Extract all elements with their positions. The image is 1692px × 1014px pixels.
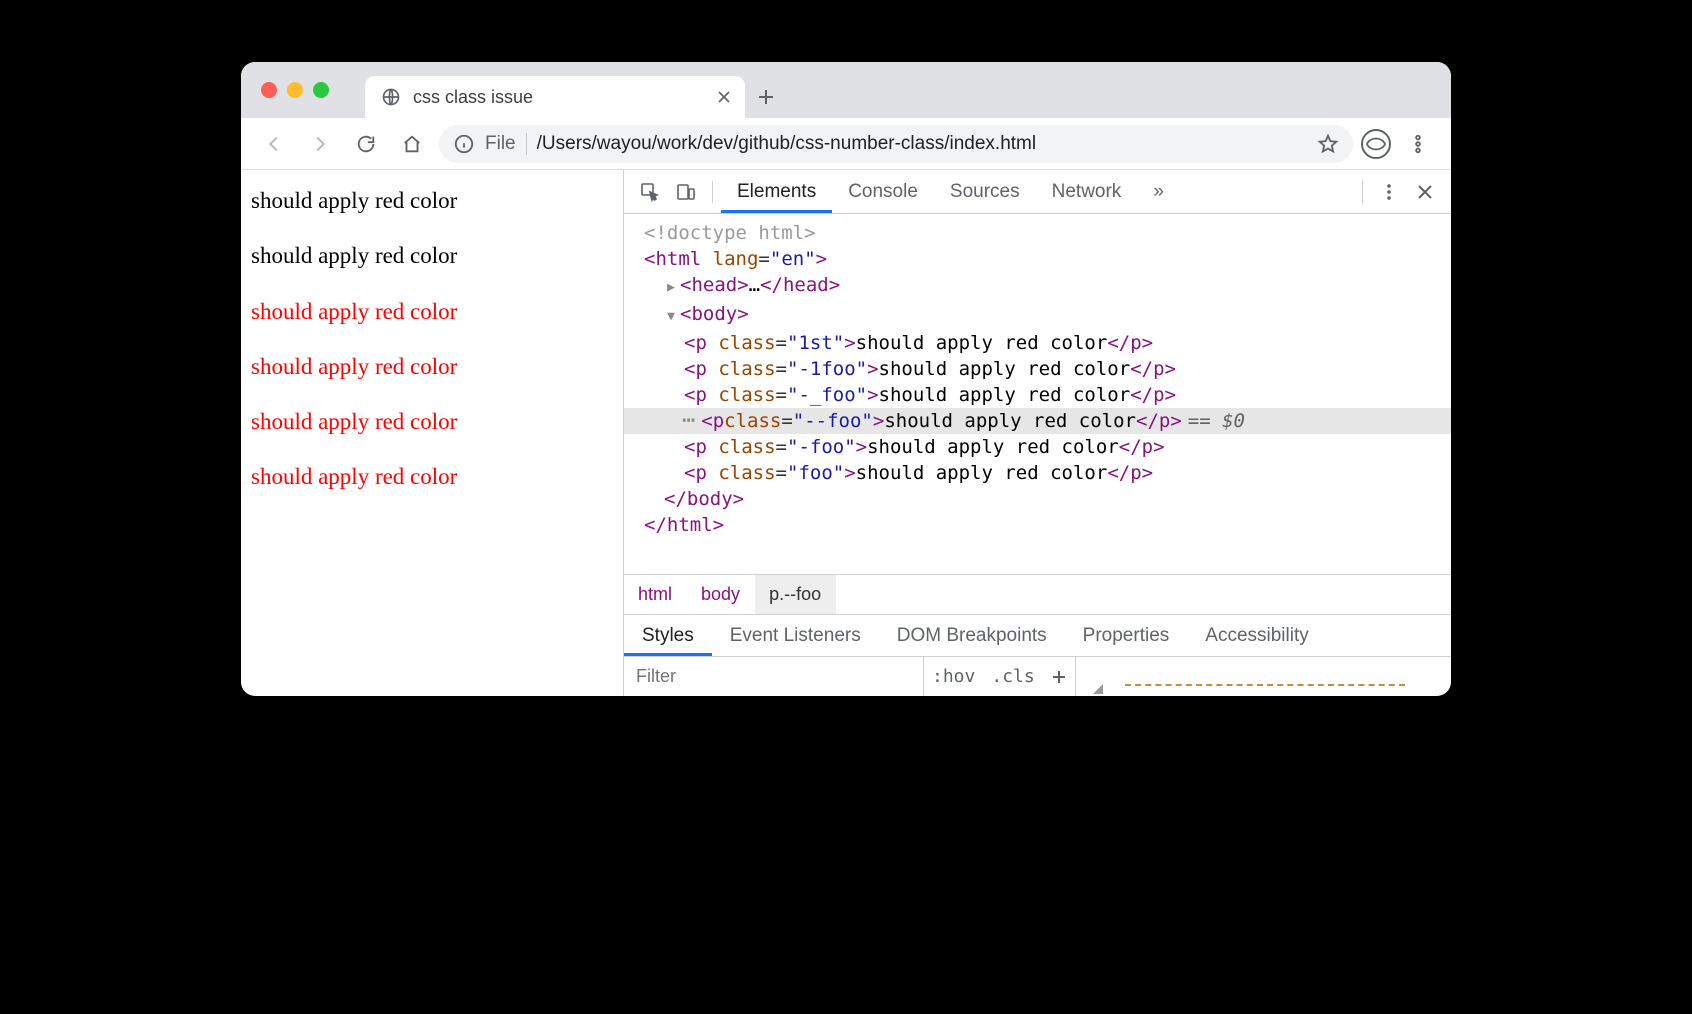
devtools-tab-elements[interactable]: Elements [721, 170, 832, 213]
subtab-event-listeners[interactable]: Event Listeners [712, 615, 879, 656]
url-scheme: File [485, 133, 516, 155]
devtools-tab-network[interactable]: Network [1036, 170, 1138, 213]
home-button[interactable] [393, 125, 431, 163]
breadcrumb-item[interactable]: html [624, 575, 687, 614]
tab-bar: css class issue [241, 62, 1451, 118]
styles-toolbar: :hov .cls [624, 656, 1451, 696]
devtools-tab-sources[interactable]: Sources [934, 170, 1036, 213]
breadcrumb-item[interactable]: p.--foo [755, 575, 836, 614]
page-paragraph: should apply red color [251, 354, 613, 379]
url-path: /Users/wayou/work/dev/github/css-number-… [537, 133, 1036, 155]
new-tab-button[interactable] [745, 76, 787, 118]
styles-filter-input[interactable] [624, 657, 924, 696]
devtools-menu-button[interactable] [1371, 174, 1407, 210]
subtab-styles[interactable]: Styles [624, 615, 712, 656]
window-minimize-button[interactable] [287, 82, 303, 98]
chevron-double-right-icon: » [1153, 181, 1164, 203]
devtools-panel: ElementsConsoleSourcesNetwork » <!doctyp… [623, 170, 1451, 696]
cls-toggle[interactable]: .cls [983, 657, 1042, 696]
breadcrumb: htmlbodyp.--foo [624, 574, 1451, 614]
dom-node[interactable]: <p class="-1foo">should apply red color<… [624, 356, 1451, 382]
new-style-rule-button[interactable] [1043, 657, 1075, 696]
devtools-close-button[interactable] [1407, 174, 1443, 210]
browser-tab[interactable]: css class issue [365, 76, 745, 118]
subtab-dom-breakpoints[interactable]: DOM Breakpoints [879, 615, 1065, 656]
browser-window: css class issue File /Users/wayou/work/d… [241, 62, 1451, 696]
close-icon[interactable] [717, 90, 731, 104]
devtools-tabs: ElementsConsoleSourcesNetwork » [624, 170, 1451, 214]
styles-sidepane [1075, 657, 1415, 696]
separator [1362, 181, 1363, 203]
page-paragraph: should apply red color [251, 299, 613, 324]
forward-button[interactable] [301, 125, 339, 163]
dom-node[interactable]: <p class="1st">should apply red color</p… [624, 330, 1451, 356]
page-paragraph: should apply red color [251, 188, 613, 213]
dom-tree[interactable]: <!doctype html><html lang="en">▶<head>…<… [624, 214, 1451, 574]
subtab-properties[interactable]: Properties [1065, 615, 1188, 656]
separator [526, 133, 527, 155]
devtools-tabs-overflow[interactable]: » [1137, 170, 1180, 213]
devtools-tab-console[interactable]: Console [832, 170, 934, 213]
content-area: should apply red color should apply red c… [241, 170, 1451, 696]
dom-node[interactable]: <p class="-foo">should apply red color</… [624, 434, 1451, 460]
page-paragraph: should apply red color [251, 243, 613, 268]
box-model-preview [1125, 684, 1405, 694]
reload-button[interactable] [347, 125, 385, 163]
traffic-lights [261, 82, 329, 98]
subtab-accessibility[interactable]: Accessibility [1187, 615, 1326, 656]
devtools-subtabs: StylesEvent ListenersDOM BreakpointsProp… [624, 614, 1451, 656]
tab-title: css class issue [413, 87, 533, 108]
address-bar[interactable]: File /Users/wayou/work/dev/github/css-nu… [439, 125, 1353, 163]
dom-node[interactable]: <p class="foo">should apply red color</p… [624, 460, 1451, 486]
info-icon[interactable] [453, 133, 475, 155]
breadcrumb-item[interactable]: body [687, 575, 755, 614]
dom-node[interactable]: ⋯<p class="--foo">should apply red color… [624, 408, 1451, 434]
toolbar: File /Users/wayou/work/dev/github/css-nu… [241, 118, 1451, 170]
inspect-icon[interactable] [632, 174, 668, 210]
rendered-page: should apply red color should apply red c… [241, 170, 623, 696]
separator [712, 181, 713, 203]
window-close-button[interactable] [261, 82, 277, 98]
back-button[interactable] [255, 125, 293, 163]
device-toggle-icon[interactable] [668, 174, 704, 210]
globe-icon [381, 87, 401, 107]
hov-toggle[interactable]: :hov [924, 657, 983, 696]
menu-button[interactable] [1399, 125, 1437, 163]
profile-avatar[interactable] [1361, 129, 1391, 159]
dom-node[interactable]: <p class="-_foo">should apply red color<… [624, 382, 1451, 408]
page-paragraph: should apply red color [251, 464, 613, 489]
window-maximize-button[interactable] [313, 82, 329, 98]
star-icon[interactable] [1317, 133, 1339, 155]
page-paragraph: should apply red color [251, 409, 613, 434]
